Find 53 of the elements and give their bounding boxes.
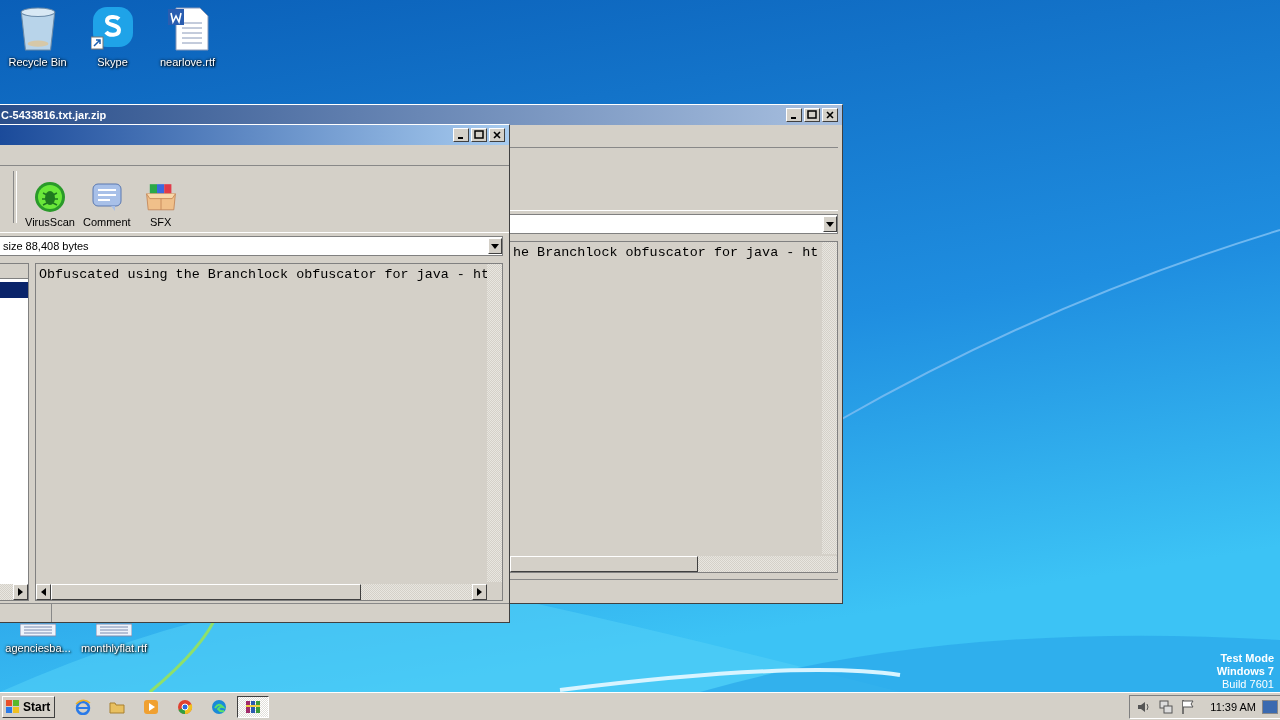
os-notice-text: Test Mode xyxy=(1220,652,1274,665)
show-desktop-button[interactable] xyxy=(1262,699,1278,714)
horizontal-scrollbar[interactable] xyxy=(0,584,28,601)
comment-text: Obfuscated using the Branchlock obfuscator for java - ht xyxy=(39,267,489,282)
scroll-right-icon[interactable] xyxy=(472,584,487,601)
close-icon xyxy=(492,130,502,140)
vertical-scrollbar[interactable] xyxy=(487,264,502,583)
books-icon xyxy=(245,698,262,715)
scroll-thumb[interactable] xyxy=(51,584,361,601)
windows-logo-icon xyxy=(5,698,21,715)
address-field[interactable]: size 88,408 bytes xyxy=(0,236,503,256)
taskbar-button[interactable] xyxy=(237,695,270,718)
scroll-thumb[interactable] xyxy=(510,556,698,572)
document-icon xyxy=(165,6,210,52)
close-icon xyxy=(825,110,835,120)
scroll-left-icon[interactable] xyxy=(36,584,51,601)
scroll-right-icon[interactable] xyxy=(13,584,28,601)
maximize-icon xyxy=(807,110,817,120)
vertical-scrollbar[interactable] xyxy=(822,242,837,554)
toolbar-button[interactable]: SFX xyxy=(134,181,187,228)
desktop-shortcut[interactable]: Recycle Bin xyxy=(0,6,75,68)
os-notice-text: Build 7601 xyxy=(1222,678,1274,691)
minimize-icon xyxy=(458,137,463,139)
clock[interactable]: 11:39 AM xyxy=(1210,700,1256,713)
comment-icon xyxy=(90,181,123,213)
column-header[interactable] xyxy=(0,264,28,279)
horizontal-scrollbar[interactable] xyxy=(510,556,837,572)
desktop-shortcut[interactable]: Skype xyxy=(75,6,150,68)
box-icon xyxy=(144,181,177,213)
toolbar-button[interactable]: VirusScan xyxy=(21,181,79,228)
browser-icon xyxy=(75,698,92,715)
address-field[interactable] xyxy=(509,214,838,234)
media-player-icon xyxy=(143,698,160,715)
toolbar-button[interactable]: Comment xyxy=(78,181,135,228)
document-icon xyxy=(96,622,132,638)
flag-icon[interactable] xyxy=(1180,698,1197,715)
minimize-button[interactable] xyxy=(453,128,469,142)
start-button[interactable]: Start xyxy=(2,695,56,718)
network-icon[interactable] xyxy=(1158,698,1175,715)
bug-icon xyxy=(33,181,66,213)
maximize-icon xyxy=(474,130,484,140)
edge-icon xyxy=(211,698,228,715)
comment-text: he Branchlock obfuscator for java - ht xyxy=(513,245,819,260)
chrome-icon xyxy=(177,698,194,715)
minimize-icon xyxy=(791,117,796,119)
os-notice-text: Windows 7 xyxy=(1216,665,1274,678)
horizontal-scrollbar[interactable] xyxy=(36,584,487,601)
skype-icon xyxy=(90,6,135,52)
maximize-button[interactable] xyxy=(471,128,487,142)
document-icon xyxy=(20,622,56,638)
window-title: C-5433816.txt.jar.zip xyxy=(1,109,107,121)
desktop-shortcut[interactable]: nearlove.rtf xyxy=(150,6,225,68)
close-button[interactable] xyxy=(489,128,505,142)
